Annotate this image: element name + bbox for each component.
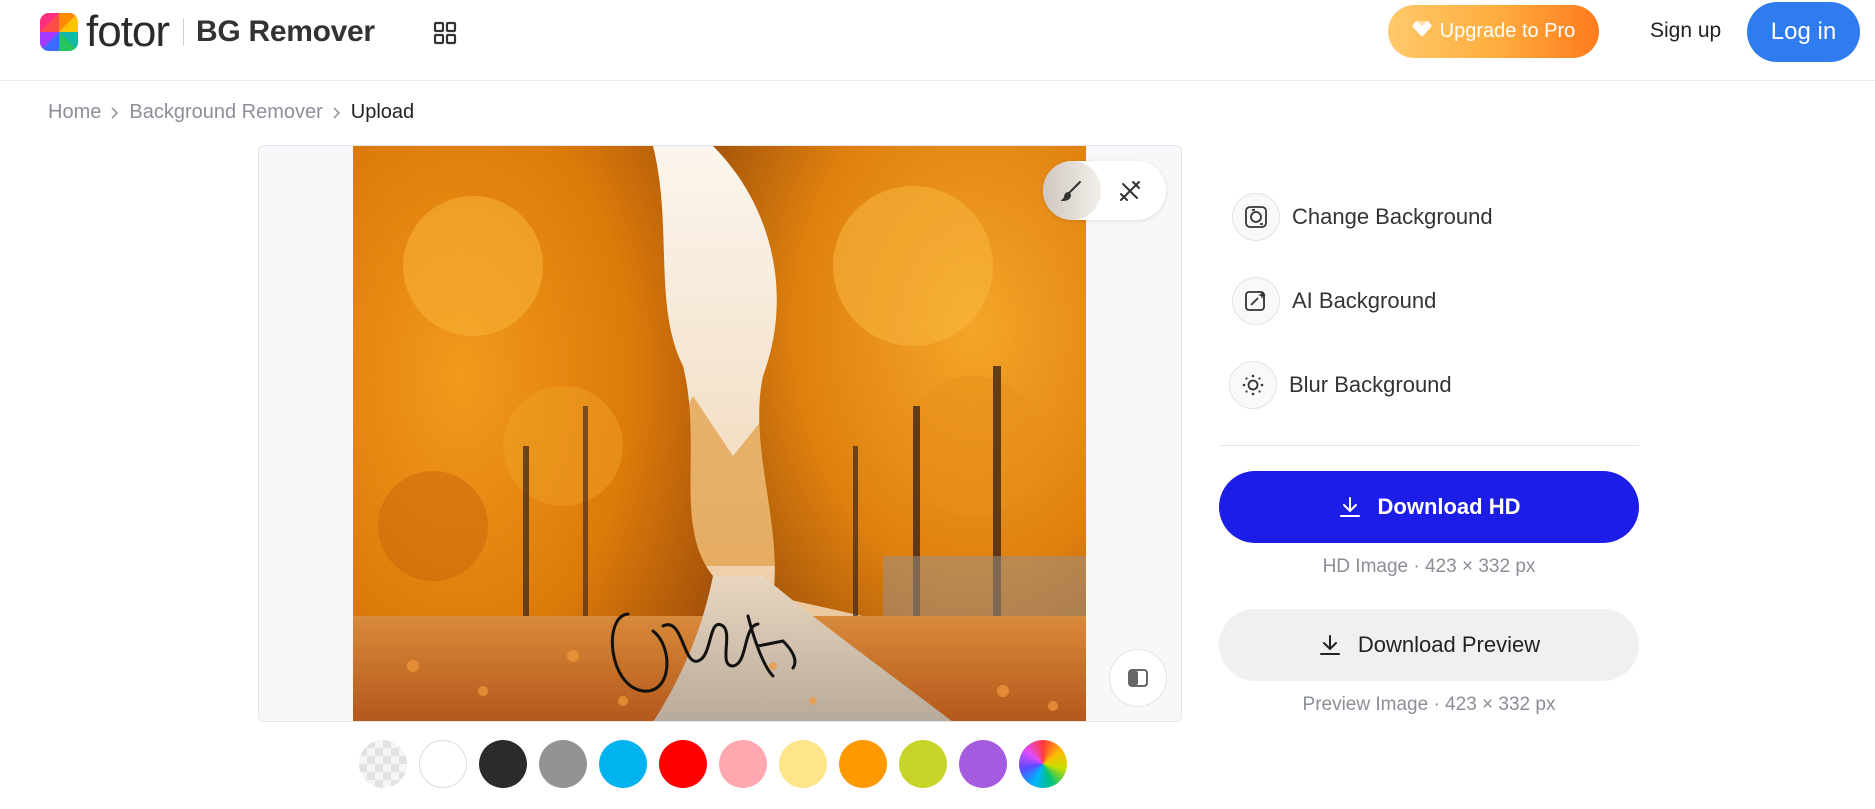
blur-background-icon [1229, 361, 1277, 409]
swatch-color-10[interactable] [959, 740, 1007, 788]
uploaded-photo [353, 146, 1086, 721]
ai-background-label: AI Background [1292, 288, 1437, 313]
download-preview-button[interactable]: Download Preview [1219, 609, 1639, 681]
fotor-logo-icon [40, 13, 78, 51]
breadcrumb: Home Background Remover Upload [48, 101, 414, 124]
fotor-logo[interactable]: fotor BG Remover [40, 7, 375, 56]
ai-background-option[interactable]: AI Background [1232, 277, 1436, 325]
chevron-right-icon [110, 106, 120, 120]
ai-background-icon [1232, 277, 1280, 325]
swatch-color-9[interactable] [899, 740, 947, 788]
download-preview-label: Download Preview [1357, 632, 1541, 657]
grid-apps-icon[interactable] [432, 20, 458, 46]
product-name: BG Remover [196, 15, 375, 48]
edit-tools-toolbar [1043, 161, 1166, 220]
logo-wordmark: fotor [86, 7, 170, 56]
log-in-button[interactable]: Log in [1747, 2, 1860, 62]
change-background-option[interactable]: Change Background [1232, 193, 1493, 241]
swatch-color-4[interactable] [599, 740, 647, 788]
breadcrumb-home[interactable]: Home [48, 101, 101, 124]
breadcrumb-background-remover[interactable]: Background Remover [129, 101, 322, 124]
swatch-color-1[interactable] [419, 740, 467, 788]
hd-image-info: HD Image · 423 × 332 px [1322, 556, 1536, 577]
swatch-color-6[interactable] [719, 740, 767, 788]
background-color-swatches [359, 740, 1079, 788]
swatch-transparent[interactable] [359, 740, 407, 788]
breadcrumb-upload: Upload [350, 101, 415, 123]
image-canvas [258, 145, 1182, 722]
logo-divider [183, 18, 185, 46]
swatch-color-2[interactable] [479, 740, 527, 788]
swatch-custom-color[interactable] [1019, 740, 1067, 788]
change-background-label: Change Background [1292, 204, 1493, 229]
blur-background-option[interactable]: Blur Background [1229, 361, 1452, 409]
eraser-restore-icon[interactable] [1101, 161, 1159, 220]
compare-split-icon[interactable] [1109, 649, 1167, 707]
swatch-color-3[interactable] [539, 740, 587, 788]
blur-background-label: Blur Background [1289, 372, 1452, 397]
download-hd-button[interactable]: Download HD [1219, 471, 1639, 543]
diamond-gem-icon [1411, 20, 1432, 44]
panel-divider [1219, 445, 1639, 446]
upgrade-to-pro-button[interactable]: Upgrade to Pro [1388, 5, 1599, 58]
download-icon [1339, 497, 1360, 517]
chevron-right-icon [332, 106, 342, 120]
change-background-icon [1232, 193, 1280, 241]
download-icon [1319, 635, 1340, 655]
sign-up-link[interactable]: Sign up [1650, 19, 1721, 43]
swatch-color-8[interactable] [839, 740, 887, 788]
brush-icon[interactable] [1043, 161, 1101, 220]
download-hd-label: Download HD [1377, 494, 1521, 519]
upgrade-label: Upgrade to Pro [1439, 20, 1576, 42]
swatch-color-7[interactable] [779, 740, 827, 788]
swatch-color-5[interactable] [659, 740, 707, 788]
preview-image-info: Preview Image · 423 × 332 px [1302, 694, 1556, 715]
top-header: fotor BG Remover Upgrade to Pro Sign up … [0, 0, 1875, 81]
